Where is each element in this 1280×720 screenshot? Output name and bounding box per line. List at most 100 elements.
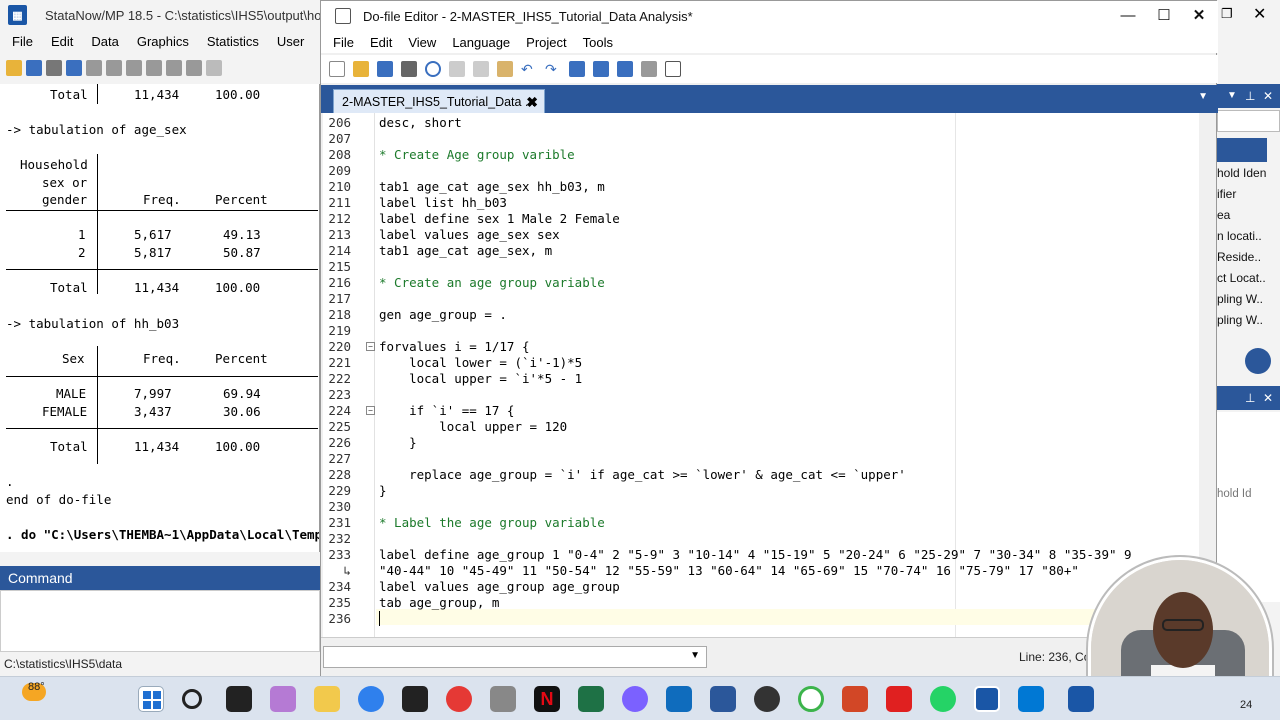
close-pane-icon[interactable]: ✕ xyxy=(1263,84,1273,108)
app-icon[interactable] xyxy=(622,686,648,712)
variable-row[interactable]: ea xyxy=(1217,205,1267,226)
code-line[interactable]: desc, short xyxy=(379,115,462,130)
code-line[interactable]: label list hh_b03 xyxy=(379,195,507,210)
pin-icon[interactable]: ⊥ xyxy=(1245,84,1255,108)
code-line[interactable]: * Label the age group variable xyxy=(379,515,605,530)
editor-tab[interactable]: 2-MASTER_IHS5_Tutorial_Data ... ✖ xyxy=(333,89,545,113)
code-editor[interactable]: 206 desc, short 207 208 * Create Age group v… xyxy=(323,113,1199,637)
editor-menu-tools[interactable]: Tools xyxy=(583,35,613,50)
tab-close-icon[interactable]: ✖ xyxy=(526,90,538,114)
open-icon[interactable] xyxy=(6,60,22,76)
code-line[interactable]: * Create an age group variable xyxy=(379,275,605,290)
bookmark-icon[interactable] xyxy=(569,61,585,77)
redo-icon[interactable]: ↷ xyxy=(545,61,561,77)
close-icon[interactable]: ✕ xyxy=(1253,4,1266,24)
stata-taskbar-icon[interactable] xyxy=(974,686,1000,712)
stata-menu-file[interactable]: File xyxy=(12,34,33,49)
print-icon[interactable] xyxy=(401,61,417,77)
stata-menu-data[interactable]: Data xyxy=(91,34,118,49)
task-view-icon[interactable] xyxy=(226,686,252,712)
whatsapp-icon[interactable] xyxy=(930,686,956,712)
prev-bookmark-icon[interactable] xyxy=(593,61,609,77)
powerpoint-icon[interactable] xyxy=(842,686,868,712)
stata-taskbar-icon-2[interactable] xyxy=(1068,686,1094,712)
acrobat-icon[interactable] xyxy=(886,686,912,712)
restore-icon[interactable]: ❐ xyxy=(1221,6,1233,22)
cut-icon[interactable] xyxy=(449,61,465,77)
copilot-icon[interactable] xyxy=(270,686,296,712)
editor-menu-language[interactable]: Language xyxy=(452,35,510,50)
stata-menu-statistics[interactable]: Statistics xyxy=(207,34,259,49)
command-input[interactable] xyxy=(0,590,320,652)
maximize-icon[interactable]: ☐ xyxy=(1147,1,1181,31)
word-icon[interactable] xyxy=(710,686,736,712)
variable-filter-input[interactable] xyxy=(1217,110,1280,132)
copy-icon[interactable] xyxy=(473,61,489,77)
data-browser-icon[interactable] xyxy=(166,60,182,76)
dropdown-icon[interactable]: ▼ xyxy=(1227,84,1237,108)
clear-more-icon[interactable] xyxy=(206,60,222,76)
code-line[interactable]: } xyxy=(379,483,387,498)
close-icon[interactable]: ✕ xyxy=(1182,1,1216,31)
undo-icon[interactable]: ↶ xyxy=(521,61,537,77)
code-line[interactable]: label define sex 1 Male 2 Female xyxy=(379,211,620,226)
vscode-icon[interactable] xyxy=(1018,686,1044,712)
variable-row[interactable]: Reside.. xyxy=(1217,247,1267,268)
code-line[interactable]: gen age_group = . xyxy=(379,307,507,322)
tab-list-dropdown-icon[interactable]: ▼ xyxy=(1198,91,1208,102)
search-icon[interactable] xyxy=(182,689,202,709)
variables-manager-icon[interactable] xyxy=(186,60,202,76)
code-line[interactable]: * Create Age group varible xyxy=(379,147,575,162)
netflix-icon[interactable]: N xyxy=(534,686,560,712)
pin-icon[interactable]: ⊥ xyxy=(1245,386,1255,410)
save-icon[interactable] xyxy=(26,60,42,76)
code-line[interactable]: local upper = 120 xyxy=(379,419,567,434)
code-line[interactable]: label values age_group age_group xyxy=(379,579,620,594)
variable-row[interactable]: ct Locat.. xyxy=(1217,268,1267,289)
variable-row[interactable]: pling W.. xyxy=(1217,310,1267,331)
code-line[interactable]: tab1 age_cat age_sex hh_b03, m xyxy=(379,179,605,194)
code-line[interactable]: label define age_group 1 "0-4" 2 "5-9" 3… xyxy=(379,547,1132,562)
code-line[interactable]: "40-44" 10 "45-49" 11 "50-54" 12 "55-59"… xyxy=(379,563,1079,578)
editor-vertical-scrollbar[interactable] xyxy=(1199,113,1216,637)
calculator-icon[interactable] xyxy=(490,686,516,712)
new-file-icon[interactable] xyxy=(329,61,345,77)
show-icon[interactable] xyxy=(641,61,657,77)
code-line[interactable]: local upper = `i'*5 - 1 xyxy=(379,371,582,386)
edge-icon[interactable] xyxy=(358,686,384,712)
paste-icon[interactable] xyxy=(497,61,513,77)
start-icon[interactable] xyxy=(138,686,164,712)
variable-row[interactable]: pling W.. xyxy=(1217,289,1267,310)
log-icon[interactable] xyxy=(66,60,82,76)
file-explorer-icon[interactable] xyxy=(314,686,340,712)
fold-toggle-icon[interactable]: − xyxy=(366,342,375,351)
editor-menu-project[interactable]: Project xyxy=(526,35,566,50)
code-line[interactable]: tab age_group, m xyxy=(379,595,499,610)
editor-menu-file[interactable]: File xyxy=(333,35,354,50)
find-icon[interactable] xyxy=(425,61,441,77)
print-icon[interactable] xyxy=(46,60,62,76)
chrome-icon[interactable] xyxy=(446,686,472,712)
open-icon[interactable] xyxy=(353,61,369,77)
code-line[interactable]: label values age_sex sex xyxy=(379,227,560,242)
editor-menu-view[interactable]: View xyxy=(408,35,436,50)
code-line[interactable]: if `i' == 17 { xyxy=(379,403,514,418)
stata-menu-edit[interactable]: Edit xyxy=(51,34,73,49)
viewer-icon[interactable] xyxy=(86,60,102,76)
assistant-icon[interactable] xyxy=(1245,348,1271,374)
minimize-icon[interactable]: — xyxy=(1111,1,1145,31)
variable-row[interactable]: n locati.. xyxy=(1217,226,1267,247)
close-pane-icon[interactable]: ✕ xyxy=(1263,386,1273,410)
execute-icon[interactable] xyxy=(665,61,681,77)
stata-menu-user[interactable]: User xyxy=(277,34,304,49)
stata-menu-graphics[interactable]: Graphics xyxy=(137,34,189,49)
variable-row[interactable]: hold Iden.. xyxy=(1217,163,1267,184)
code-line[interactable]: replace age_group = `i' if age_cat >= `l… xyxy=(379,467,906,482)
data-editor-icon[interactable] xyxy=(146,60,162,76)
next-bookmark-icon[interactable] xyxy=(617,61,633,77)
variable-row[interactable]: ifier xyxy=(1217,184,1267,205)
outlook-icon[interactable] xyxy=(666,686,692,712)
graph-icon[interactable] xyxy=(106,60,122,76)
code-line[interactable]: } xyxy=(379,435,417,450)
fold-toggle-icon[interactable]: − xyxy=(366,406,375,415)
